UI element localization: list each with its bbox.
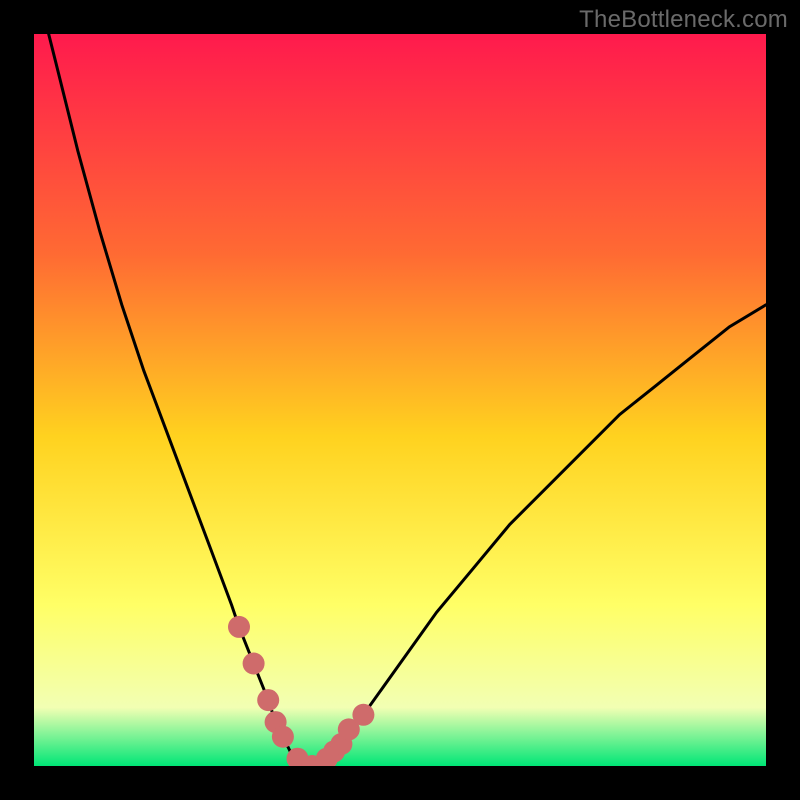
- gradient-background: [34, 34, 766, 766]
- marker-dot: [243, 653, 265, 675]
- marker-dot: [257, 689, 279, 711]
- marker-dot: [228, 616, 250, 638]
- attribution-label: TheBottleneck.com: [579, 6, 788, 34]
- marker-dot: [272, 726, 294, 748]
- marker-dot: [352, 704, 374, 726]
- plot-area: [34, 34, 766, 766]
- bottleneck-chart: [34, 34, 766, 766]
- chart-frame: TheBottleneck.com: [0, 0, 800, 800]
